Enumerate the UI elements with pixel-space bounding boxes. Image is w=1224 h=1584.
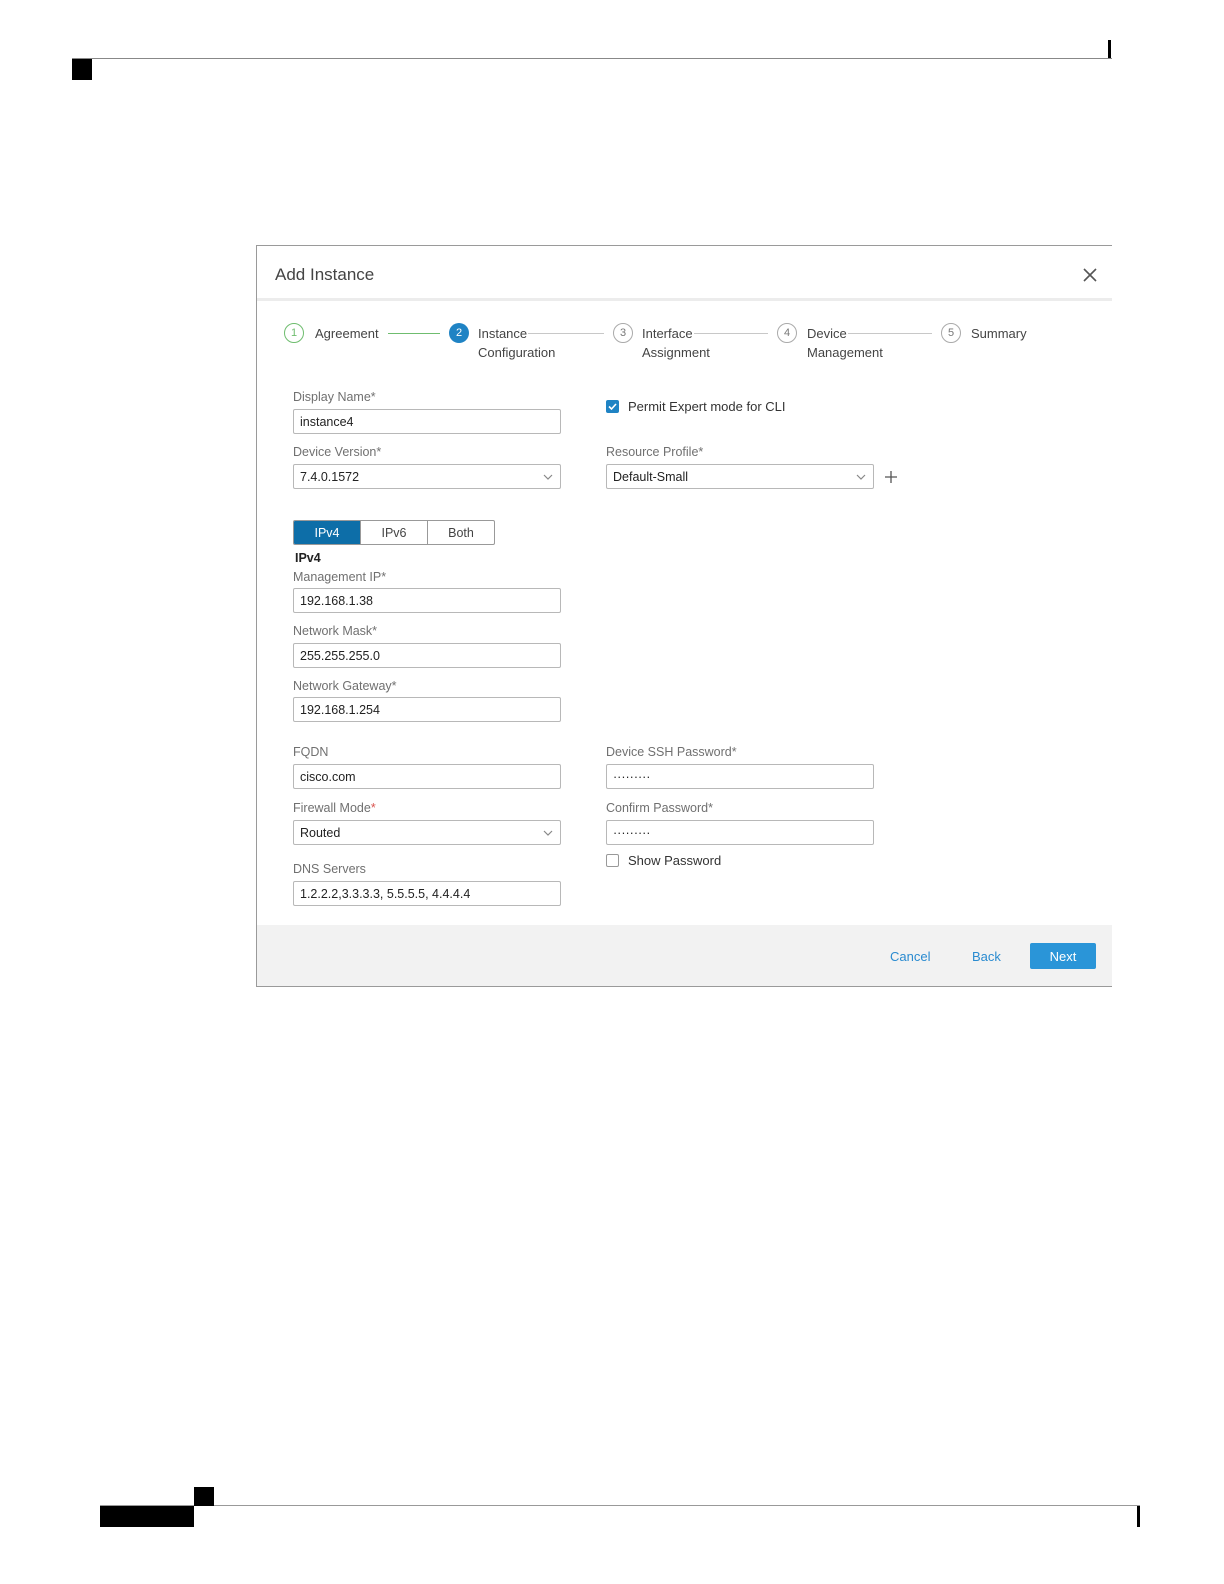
step-5-label: Summary — [971, 326, 1027, 341]
step-3-label: Interface — [642, 326, 693, 341]
step-connector — [848, 333, 932, 334]
confirm-password-value: ········· — [613, 825, 651, 840]
display-name-value: instance4 — [300, 414, 354, 429]
step-connector — [528, 333, 604, 334]
next-button[interactable]: Next — [1030, 943, 1096, 969]
network-mask-input[interactable]: 255.255.255.0 — [293, 643, 561, 668]
show-password-label: Show Password — [628, 853, 722, 868]
back-button[interactable]: Back — [972, 949, 1001, 964]
confirm-password-label: Confirm Password* — [606, 801, 713, 815]
ipv4-toggle-button[interactable]: IPv4 — [294, 521, 361, 544]
show-password-checkbox[interactable] — [606, 854, 619, 867]
expert-mode-checkbox[interactable] — [606, 400, 619, 413]
expert-mode-label: Permit Expert mode for CLI — [628, 399, 786, 414]
step-2-circle: 2 — [449, 323, 469, 343]
step-1-circle: 1 — [284, 323, 304, 343]
ipv4-section-heading: IPv4 — [295, 551, 321, 565]
step-connector — [388, 333, 440, 334]
resource-profile-select[interactable]: Default-Small — [606, 464, 874, 489]
step-4-circle: 4 — [777, 323, 797, 343]
network-gateway-value: 192.168.1.254 — [300, 702, 380, 717]
required-mark: * — [370, 801, 376, 815]
footer-bar — [100, 1506, 194, 1527]
step-5-circle: 5 — [941, 323, 961, 343]
step-2-label-sub: Configuration — [478, 345, 556, 360]
network-gateway-label: Network Gateway* — [293, 679, 397, 693]
resource-profile-label: Resource Profile* — [606, 445, 704, 459]
display-name-input[interactable]: instance4 — [293, 409, 561, 434]
device-version-label: Device Version* — [293, 445, 382, 459]
dns-servers-value: 1.2.2.2,3.3.3.3, 5.5.5.5, 4.4.4.4 — [300, 886, 471, 901]
network-gateway-input[interactable]: 192.168.1.254 — [293, 697, 561, 722]
footer-marker — [194, 1487, 214, 1506]
device-version-value: 7.4.0.1572 — [300, 469, 360, 484]
step-connector — [694, 333, 768, 334]
resource-profile-value: Default-Small — [613, 469, 689, 484]
management-ip-input[interactable]: 192.168.1.38 — [293, 588, 561, 613]
header-right-marker — [1108, 40, 1111, 58]
chevron-down-icon — [543, 830, 553, 836]
dialog-title: Add Instance — [275, 265, 375, 284]
step-3-circle: 3 — [613, 323, 633, 343]
header-marker — [72, 59, 92, 80]
management-ip-label: Management IP* — [293, 570, 387, 584]
step-1-label: Agreement — [315, 326, 379, 341]
chevron-down-icon — [856, 474, 866, 480]
device-ssh-password-input[interactable]: ········· — [606, 764, 874, 789]
both-toggle-button[interactable]: Both — [428, 521, 494, 544]
checkmark-icon — [608, 403, 617, 411]
firewall-mode-label: Firewall Mode* — [293, 801, 376, 815]
firewall-mode-label-text: Firewall Mode — [293, 801, 371, 815]
header-rule — [72, 58, 1112, 59]
ip-mode-toggle: IPv4 IPv6 Both — [293, 520, 495, 545]
dns-servers-input[interactable]: 1.2.2.2,3.3.3.3, 5.5.5.5, 4.4.4.4 — [293, 881, 561, 906]
confirm-password-input[interactable]: ········· — [606, 820, 874, 845]
step-4-label: Device — [807, 326, 847, 341]
footer-rule — [100, 1505, 1140, 1506]
cancel-button[interactable]: Cancel — [890, 949, 930, 964]
step-4-label-sub: Management — [807, 345, 883, 360]
fqdn-input[interactable]: cisco.com — [293, 764, 561, 789]
chevron-down-icon — [543, 474, 553, 480]
add-resource-profile-icon[interactable] — [883, 469, 899, 485]
fqdn-value: cisco.com — [300, 769, 356, 784]
ipv6-toggle-button[interactable]: IPv6 — [361, 521, 428, 544]
network-mask-label: Network Mask* — [293, 624, 378, 638]
display-name-label: Display Name* — [293, 390, 376, 404]
management-ip-value: 192.168.1.38 — [300, 593, 373, 608]
close-icon[interactable] — [1080, 265, 1100, 285]
device-ssh-password-label: Device SSH Password* — [606, 745, 737, 759]
dns-servers-label: DNS Servers — [293, 862, 366, 876]
step-3-label-sub: Assignment — [642, 345, 710, 360]
network-mask-value: 255.255.255.0 — [300, 648, 380, 663]
device-ssh-password-value: ········· — [613, 769, 651, 784]
title-separator — [257, 298, 1112, 301]
footer-right-marker — [1137, 1506, 1140, 1527]
firewall-mode-select[interactable]: Routed — [293, 820, 561, 845]
fqdn-label: FQDN — [293, 745, 329, 759]
device-version-select[interactable]: 7.4.0.1572 — [293, 464, 561, 489]
firewall-mode-value: Routed — [300, 825, 341, 840]
step-2-label: Instance — [478, 326, 528, 341]
